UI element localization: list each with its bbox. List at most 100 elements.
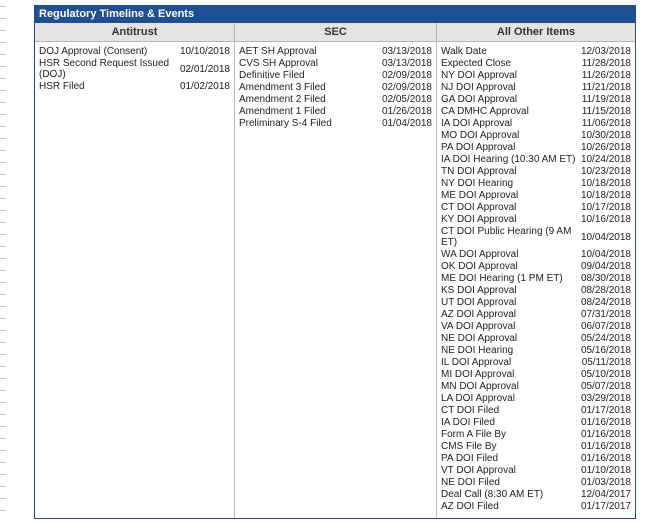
event-date: 03/13/2018 [381, 58, 432, 69]
column-header-sec: SEC [235, 23, 436, 42]
event-date: 02/09/2018 [381, 82, 432, 93]
event-date: 10/30/2018 [580, 130, 631, 141]
event-date: 10/24/2018 [580, 154, 631, 165]
timeline-event-row: AZ DOI Approval 07/31/2018 [437, 309, 635, 321]
event-label: VA DOI Approval [441, 321, 516, 332]
event-label: KY DOI Approval [441, 214, 517, 225]
event-label: Amendment 1 Filed [239, 106, 326, 117]
event-label: IA DOI Hearing (10:30 AM ET) [441, 154, 576, 165]
event-label: IA DOI Filed [441, 417, 495, 428]
event-date: 03/29/2018 [580, 393, 631, 404]
timeline-event-row: TN DOI Approval 10/23/2018 [437, 166, 635, 178]
timeline-event-row: CT DOI Approval 10/17/2018 [437, 202, 635, 214]
timeline-event-row: Amendment 1 Filed 01/26/2018 [235, 106, 436, 118]
timeline-event-row: AZ DOI Filed 01/17/2017 [437, 501, 635, 513]
event-date: 05/16/2018 [580, 345, 631, 356]
event-label: DOJ Approval (Consent) [39, 46, 148, 57]
event-label: CT DOI Approval [441, 202, 517, 213]
event-label: Walk Date [441, 46, 487, 57]
event-label: Amendment 3 Filed [239, 82, 326, 93]
column-header-all-other-items: All Other Items [437, 23, 635, 42]
timeline-event-row: Amendment 2 Filed 02/05/2018 [235, 94, 436, 106]
column-header-antitrust: Antitrust [35, 23, 234, 42]
event-date: 01/16/2018 [580, 453, 631, 464]
event-label: ME DOI Hearing (1 PM ET) [441, 273, 563, 284]
timeline-event-row: NE DOI Approval 05/24/2018 [437, 333, 635, 345]
panel-title: Regulatory Timeline & Events [35, 6, 635, 23]
event-date: 05/07/2018 [580, 381, 631, 392]
event-date: 10/04/2018 [580, 249, 631, 260]
event-date: 01/04/2018 [381, 118, 432, 129]
event-label: AZ DOI Filed [441, 501, 499, 512]
sec-list: AET SH Approval 03/13/2018 CVS SH Approval… [235, 42, 436, 130]
antitrust-column: Antitrust DOJ Approval (Consent) 10/10/20… [35, 23, 234, 518]
event-label: UT DOI Approval [441, 297, 517, 308]
timeline-event-row: UT DOI Approval 08/24/2018 [437, 297, 635, 309]
event-label: IL DOI Approval [441, 357, 512, 368]
event-label: HSR Filed [39, 81, 85, 92]
timeline-event-row: OK DOI Approval 09/04/2018 [437, 261, 635, 273]
event-label: GA DOI Approval [441, 94, 518, 105]
timeline-event-row: HSR Second Request Issued (DOJ) 02/01/201… [35, 58, 234, 81]
timeline-event-row: PA DOI Approval 10/26/2018 [437, 142, 635, 154]
timeline-event-row: VA DOI Approval 06/07/2018 [437, 321, 635, 333]
event-date: 01/26/2018 [381, 106, 432, 117]
all-other-items-column: All Other Items Walk Date 12/03/2018 Expec… [436, 23, 635, 518]
event-label: Definitive Filed [239, 70, 305, 81]
timeline-event-row: CMS File By 01/16/2018 [437, 441, 635, 453]
event-date: 11/19/2018 [581, 94, 631, 105]
timeline-event-row: WA DOI Approval 10/04/2018 [437, 249, 635, 261]
event-date: 09/04/2018 [580, 261, 631, 272]
timeline-event-row: ME DOI Approval 10/18/2018 [437, 190, 635, 202]
event-label: MO DOI Approval [441, 130, 520, 141]
timeline-event-row: DOJ Approval (Consent) 10/10/2018 [35, 46, 234, 58]
event-date: 01/10/2018 [580, 465, 631, 476]
event-date: 10/17/2018 [580, 202, 631, 213]
event-date: 02/01/2018 [179, 63, 230, 75]
event-label: NJ DOI Approval [441, 82, 516, 93]
event-label: PA DOI Approval [441, 142, 516, 153]
event-label: NE DOI Filed [441, 477, 500, 488]
timeline-event-row: CA DMHC Approval 11/15/2018 [437, 106, 635, 118]
timeline-event-row: NE DOI Hearing 05/16/2018 [437, 345, 635, 357]
event-date: 01/16/2018 [580, 417, 631, 428]
timeline-event-row: LA DOI Approval 03/29/2018 [437, 393, 635, 405]
event-label: Preliminary S-4 Filed [239, 118, 332, 129]
page-edge-ticks [0, 6, 6, 522]
event-label: CT DOI Filed [441, 405, 500, 416]
event-date: 10/10/2018 [179, 46, 230, 57]
event-label: Expected Close [441, 58, 512, 69]
event-date: 10/18/2018 [580, 190, 631, 201]
event-date: 10/26/2018 [580, 142, 631, 153]
timeline-event-row: MN DOI Approval 05/07/2018 [437, 381, 635, 393]
event-label: OK DOI Approval [441, 261, 518, 272]
event-date: 06/07/2018 [580, 321, 631, 332]
event-date: 05/24/2018 [580, 333, 631, 344]
sec-column: SEC AET SH Approval 03/13/2018 CVS SH Appr… [234, 23, 436, 518]
timeline-event-row: IA DOI Filed 01/16/2018 [437, 417, 635, 429]
timeline-event-row: MO DOI Approval 10/30/2018 [437, 130, 635, 142]
event-date: 12/04/2017 [580, 489, 631, 500]
event-date: 01/03/2018 [580, 477, 631, 488]
event-label: Form A File By [441, 429, 507, 440]
event-label: LA DOI Approval [441, 393, 515, 404]
regulatory-timeline-panel: Regulatory Timeline & Events Antitrust D… [34, 5, 636, 519]
event-label: CVS SH Approval [239, 58, 318, 69]
event-date: 01/17/2017 [580, 501, 631, 512]
event-date: 02/09/2018 [381, 70, 432, 81]
columns-container: Antitrust DOJ Approval (Consent) 10/10/20… [35, 23, 635, 518]
event-label: CA DMHC Approval [441, 106, 529, 117]
timeline-event-row: CT DOI Filed 01/17/2018 [437, 405, 635, 417]
timeline-event-row: IA DOI Approval 11/06/2018 [437, 118, 635, 130]
timeline-event-row: CVS SH Approval 03/13/2018 [235, 58, 436, 70]
timeline-event-row: NY DOI Approval 11/26/2018 [437, 70, 635, 82]
timeline-event-row: VT DOI Approval 01/10/2018 [437, 465, 635, 477]
event-date: 11/21/2018 [581, 82, 631, 93]
event-label: WA DOI Approval [441, 249, 519, 260]
event-date: 10/16/2018 [580, 214, 631, 225]
timeline-event-row: Walk Date 12/03/2018 [437, 46, 635, 58]
timeline-event-row: Amendment 3 Filed 02/09/2018 [235, 82, 436, 94]
timeline-event-row: IA DOI Hearing (10:30 AM ET) 10/24/2018 [437, 154, 635, 166]
event-label: AET SH Approval [239, 46, 317, 57]
event-label: NE DOI Hearing [441, 345, 514, 356]
